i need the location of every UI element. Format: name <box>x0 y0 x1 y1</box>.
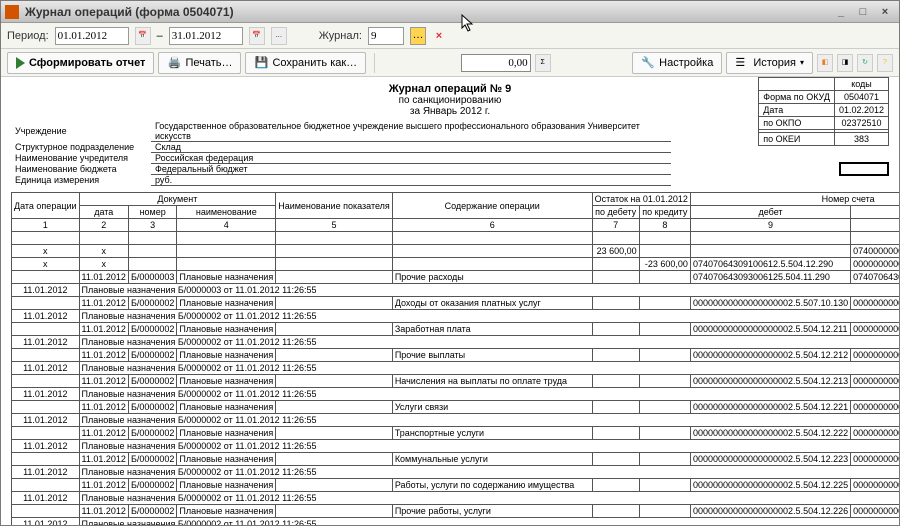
separator <box>374 53 375 73</box>
table-row[interactable]: 11.01.2012Плановые назначения Б/0000002 … <box>12 492 900 505</box>
save-as-button[interactable]: 💾 Сохранить как… <box>245 52 366 74</box>
table-row[interactable]: 11.01.2012Б/0000002Плановые назначенияПр… <box>12 505 900 518</box>
table-row[interactable]: 11.01.2012Б/0000002Плановые назначенияЗа… <box>12 323 900 336</box>
window-title: Журнал операций (форма 0504071) <box>25 5 829 19</box>
table-row[interactable]: 11.01.2012Б/0000002Плановые назначенияРа… <box>12 479 900 492</box>
form-report-button[interactable]: Сформировать отчет <box>7 52 154 74</box>
table-row[interactable]: xx-23 600,0007407064309100612.5.504.12.2… <box>12 258 900 271</box>
titlebar[interactable]: Журнал операций (форма 0504071) _ □ × <box>1 1 899 23</box>
tb-icon-2[interactable]: ◨ <box>837 54 853 72</box>
table-row[interactable]: 11.01.2012Плановые назначения Б/0000002 … <box>12 388 900 401</box>
table-row[interactable]: 11.01.2012Б/0000002Плановые назначенияУс… <box>12 401 900 414</box>
maximize-button[interactable]: □ <box>853 4 873 20</box>
print-button[interactable]: 🖨️ Печать… <box>158 52 241 74</box>
settings-label: Настройка <box>659 57 713 69</box>
range-dash: – <box>157 30 163 42</box>
form-report-label: Сформировать отчет <box>29 57 145 69</box>
journal-label: Журнал: <box>319 30 362 42</box>
table-row[interactable]: 11.01.2012Б/0000002Плановые назначенияПр… <box>12 349 900 362</box>
refresh-icon[interactable]: ↻ <box>857 54 873 72</box>
table-row[interactable]: 24 859 862,3020 700 000 <box>12 232 900 245</box>
report-area[interactable]: Журнал операций № 9 по санкционированию … <box>1 77 899 525</box>
sum-dropdown-icon[interactable]: Σ <box>535 54 551 72</box>
settings-button[interactable]: 🔧 Настройка <box>632 52 722 74</box>
table-row[interactable]: 11.01.2012Плановые назначения Б/0000002 … <box>12 310 900 323</box>
close-button[interactable]: × <box>875 4 895 20</box>
history-button[interactable]: ☰ История▾ <box>726 52 813 74</box>
disk-icon: 💾 <box>254 56 268 70</box>
minimize-button[interactable]: _ <box>831 4 851 20</box>
table-row[interactable]: 11.01.2012Плановые назначения Б/0000003 … <box>12 284 900 297</box>
meta-right-box: кодыФорма по ОКУД0504071Дата01.02.2012по… <box>758 77 889 146</box>
params-toolbar: Период: 📅 – 📅 … Журнал: … × <box>1 23 899 49</box>
history-label: История <box>753 57 796 69</box>
table-row[interactable]: 11.01.2012Плановые назначения Б/0000002 … <box>12 440 900 453</box>
table-row[interactable]: 11.01.2012Б/0000002Плановые назначенияНа… <box>12 375 900 388</box>
journal-clear-button[interactable]: × <box>432 27 446 45</box>
date-from-input[interactable] <box>55 27 129 45</box>
table-row[interactable]: 11.01.2012Плановые назначения Б/0000002 … <box>12 414 900 427</box>
operations-grid[interactable]: Дата операцииДокументНаименование показа… <box>11 192 899 525</box>
table-row[interactable]: 11.01.2012Плановые назначения Б/0000002 … <box>12 518 900 526</box>
app-icon <box>5 5 19 19</box>
journal-select-button[interactable]: … <box>410 27 426 45</box>
actions-toolbar: Сформировать отчет 🖨️ Печать… 💾 Сохранит… <box>1 49 899 77</box>
table-row[interactable]: 11.01.2012Плановые назначения Б/0000002 … <box>12 336 900 349</box>
table-row[interactable]: 11.01.2012Плановые назначения Б/0000002 … <box>12 466 900 479</box>
range-picker-icon[interactable]: … <box>271 27 287 45</box>
table-row[interactable]: 11.01.2012Б/0000002Плановые назначенияТр… <box>12 427 900 440</box>
play-icon <box>16 57 25 69</box>
save-label: Сохранить как… <box>272 57 357 69</box>
table-row[interactable]: xx23 600,00074000000000000612.5.502.11.3… <box>12 245 900 258</box>
meta-left-box: УчреждениеГосударственное образовательно… <box>11 121 671 186</box>
date-to-input[interactable] <box>169 27 243 45</box>
journal-input[interactable] <box>368 27 404 45</box>
tb-icon-1[interactable]: ◧ <box>817 54 833 72</box>
table-row[interactable]: 11.01.2012Б/0000002Плановые назначенияДо… <box>12 297 900 310</box>
help-icon[interactable]: ? <box>877 54 893 72</box>
wrench-icon: 🔧 <box>641 56 655 70</box>
table-row[interactable]: 11.01.2012Б/0000003Плановые назначенияПр… <box>12 271 900 284</box>
table-row[interactable]: 11.01.2012Плановые назначения Б/0000002 … <box>12 362 900 375</box>
list-icon: ☰ <box>735 56 749 70</box>
table-row[interactable]: 11.01.2012Б/0000002Плановые назначенияКо… <box>12 453 900 466</box>
calendar-to-icon[interactable]: 📅 <box>249 27 265 45</box>
highlight-rect <box>839 162 889 176</box>
print-label: Печать… <box>185 57 232 69</box>
calendar-from-icon[interactable]: 📅 <box>135 27 151 45</box>
sum-display[interactable] <box>461 54 531 72</box>
printer-icon: 🖨️ <box>167 56 181 70</box>
period-label: Период: <box>7 30 49 42</box>
